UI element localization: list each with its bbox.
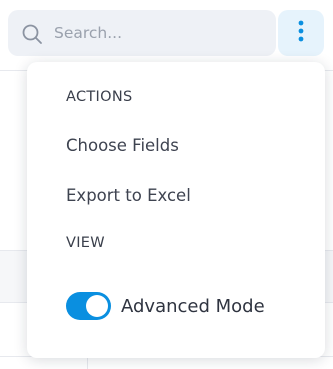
vertical-ellipsis-icon (296, 19, 306, 47)
more-options-button[interactable] (278, 10, 324, 56)
menu-section-heading-actions: ACTIONS (66, 89, 133, 105)
menu-item-choose-fields[interactable]: Choose Fields (66, 136, 179, 155)
advanced-mode-label: Advanced Mode (121, 295, 265, 317)
advanced-mode-toggle[interactable] (66, 292, 111, 320)
advanced-mode-toggle-row[interactable]: Advanced Mode (66, 291, 265, 321)
search-input[interactable] (54, 20, 264, 46)
toggle-knob (86, 295, 108, 317)
search-bar[interactable] (8, 10, 276, 56)
search-icon (21, 23, 43, 45)
options-dropdown-menu: ACTIONS Choose Fields Export to Excel VI… (27, 62, 325, 358)
menu-item-export-to-excel[interactable]: Export to Excel (66, 186, 191, 205)
menu-section-heading-view: VIEW (66, 235, 105, 251)
